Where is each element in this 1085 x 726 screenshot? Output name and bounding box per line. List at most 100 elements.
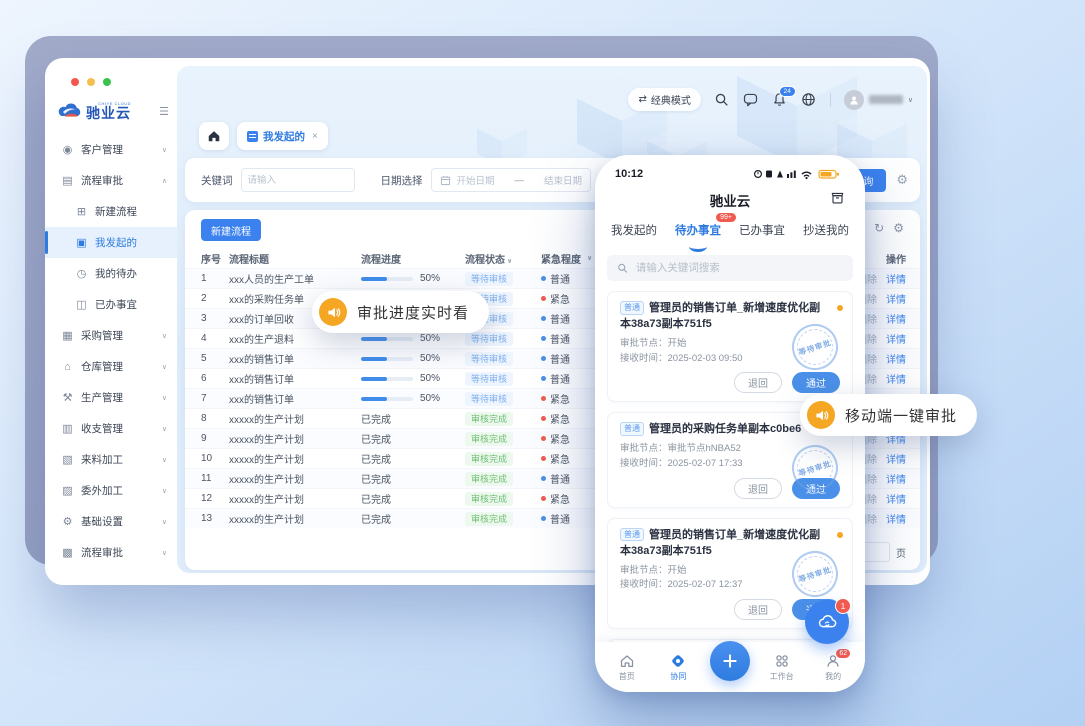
nav-home[interactable]: 首页 — [607, 653, 647, 682]
urgency-dot — [541, 296, 546, 301]
sidebar-collapse-icon[interactable]: ☰ — [159, 105, 169, 118]
phone-tab[interactable]: 抄送我的 — [803, 219, 849, 247]
nav-profile[interactable]: 我的 62 — [813, 653, 853, 682]
sidebar-item[interactable]: ▦ 采购管理 ∨ — [45, 320, 177, 351]
sidebar-item[interactable]: ▥ 收支管理 ∨ — [45, 413, 177, 444]
reject-button[interactable]: 退回 — [734, 478, 782, 499]
process-title: xxxxx的生产计划 — [229, 491, 361, 506]
callout-approval-progress: 审批进度实时看 — [312, 291, 489, 333]
avatar — [844, 90, 864, 110]
process-title: xxxxx的生产计划 — [229, 511, 361, 526]
status-badge: 等待审核 — [465, 392, 513, 406]
outbox-icon[interactable] — [830, 190, 845, 205]
progress-done-text: 已完成 — [361, 451, 391, 466]
user-menu[interactable]: ∨ — [844, 90, 913, 110]
nav-workbench[interactable]: 工作台 — [762, 653, 802, 682]
page-tabbar: 我发起的 × — [199, 122, 328, 150]
process-progress: 已完成 — [361, 491, 465, 506]
row-number: 9 — [201, 433, 229, 444]
classic-mode-button[interactable]: ⇄ 经典模式 — [628, 88, 700, 111]
sidebar-item[interactable]: ◷ 我的待办 — [45, 258, 177, 289]
detail-link[interactable]: 详情 — [886, 271, 906, 286]
row-number: 2 — [201, 293, 229, 304]
keyword-input[interactable] — [241, 168, 355, 192]
status-badge: 等待审核 — [465, 352, 513, 366]
reject-button[interactable]: 退回 — [734, 599, 782, 620]
notification-badge: 24 — [779, 86, 796, 97]
sidebar-item-icon: ◫ — [75, 298, 88, 311]
maximize-window-button[interactable] — [103, 78, 111, 86]
phone-tab[interactable]: 已办事宜 — [739, 219, 785, 247]
minimize-window-button[interactable] — [87, 78, 95, 86]
sidebar-item[interactable]: ⌂ 仓库管理 ∨ — [45, 351, 177, 382]
phone-tab[interactable]: 待办事宜 99+ — [675, 219, 721, 247]
detail-link[interactable]: 详情 — [886, 511, 906, 526]
sidebar-item[interactable]: ▤ 流程审批 ∧ — [45, 165, 177, 196]
process-title: xxx的生产退料 — [229, 331, 361, 346]
sidebar-item-label: 生产管理 — [81, 390, 123, 405]
chevron-icon: ∨ — [162, 146, 167, 154]
urgency-dot — [541, 316, 546, 321]
urgency-dot — [541, 476, 546, 481]
window-header-actions: ⇄ 经典模式 24 ∨ — [628, 88, 913, 111]
sidebar-item-icon: ▧ — [61, 453, 74, 466]
detail-link[interactable]: 详情 — [886, 491, 906, 506]
new-process-button[interactable]: 新建流程 — [201, 219, 261, 241]
globe-icon[interactable] — [801, 92, 817, 108]
chevron-down-icon: ∨ — [908, 96, 913, 104]
sidebar-item[interactable]: ⚙ 基础设置 ∨ — [45, 506, 177, 537]
sidebar-item[interactable]: ⚒ 生产管理 ∨ — [45, 382, 177, 413]
reject-button[interactable]: 退回 — [734, 372, 782, 393]
close-tab-icon[interactable]: × — [312, 131, 318, 142]
sidebar-item[interactable]: ▣ 我发起的 — [45, 227, 177, 258]
filter-settings-gear-icon[interactable]: ⚙ — [896, 172, 908, 188]
progress-bar: 50% — [361, 393, 440, 404]
detail-link[interactable]: 详情 — [886, 331, 906, 346]
sort-caret-icon: ∨ — [587, 254, 592, 262]
sidebar-item[interactable]: ◫ 已办事宜 — [45, 289, 177, 320]
detail-link[interactable]: 详情 — [886, 451, 906, 466]
approval-card[interactable]: 普通管理员的销售订单_新增速度优化副本38a73副本751f5 等待审批 审批节… — [607, 291, 853, 402]
process-title: xxxxx的生产计划 — [229, 471, 361, 486]
sidebar-item[interactable]: ⊞ 新建流程 — [45, 196, 177, 227]
detail-link[interactable]: 详情 — [886, 311, 906, 326]
refresh-icon[interactable]: ↻ — [874, 221, 884, 235]
phone-search-input[interactable] — [634, 261, 843, 275]
phone-tab[interactable]: 我发起的 — [611, 219, 657, 247]
detail-link[interactable]: 详情 — [886, 471, 906, 486]
sidebar-item[interactable]: ◉ 客户管理 ∨ — [45, 134, 177, 165]
tab-my-initiated[interactable]: 我发起的 × — [237, 122, 328, 150]
urgency-label: 普通 — [550, 471, 570, 486]
create-new-button[interactable] — [710, 641, 750, 681]
bell-icon[interactable]: 24 — [772, 92, 788, 108]
sidebar-item[interactable]: ▨ 委外加工 ∨ — [45, 475, 177, 506]
date-range-picker[interactable]: 开始日期 — 结束日期 — [431, 168, 592, 192]
urgency-label: 普通 — [550, 351, 570, 366]
search-icon[interactable] — [714, 92, 730, 108]
sidebar-item-label: 新建流程 — [95, 204, 137, 219]
page-label: 页 — [896, 545, 906, 560]
sidebar-item[interactable]: ▩ 流程审批 ∨ — [45, 537, 177, 568]
column-settings-icon[interactable]: ⚙ — [893, 221, 904, 235]
detail-link[interactable]: 详情 — [886, 351, 906, 366]
sidebar-item-icon: ⌂ — [61, 361, 74, 373]
home-tab-button[interactable] — [199, 122, 229, 150]
sidebar-item[interactable]: ▧ 来料加工 ∨ — [45, 444, 177, 475]
detail-link[interactable]: 详情 — [886, 371, 906, 386]
chevron-icon: ∨ — [162, 332, 167, 340]
urgency-label: 紧急 — [550, 431, 570, 446]
row-number: 6 — [201, 373, 229, 384]
process-progress: 已完成 — [361, 411, 465, 426]
nav-collaboration[interactable]: 协同 — [658, 653, 698, 682]
chat-icon[interactable] — [743, 92, 759, 108]
plus-icon — [721, 652, 739, 670]
detail-link[interactable]: 详情 — [886, 291, 906, 306]
sidebar-item-icon: ▨ — [61, 484, 74, 497]
approve-button[interactable]: 通过 — [792, 372, 840, 393]
phone-search-bar[interactable] — [607, 255, 853, 281]
col-header-status[interactable]: 流程状态∨ — [465, 251, 541, 266]
sync-fab-button[interactable]: 1 — [805, 600, 849, 644]
process-progress: 50% — [361, 353, 465, 364]
close-window-button[interactable] — [71, 78, 79, 86]
col-header-progress: 流程进度 — [361, 251, 465, 266]
